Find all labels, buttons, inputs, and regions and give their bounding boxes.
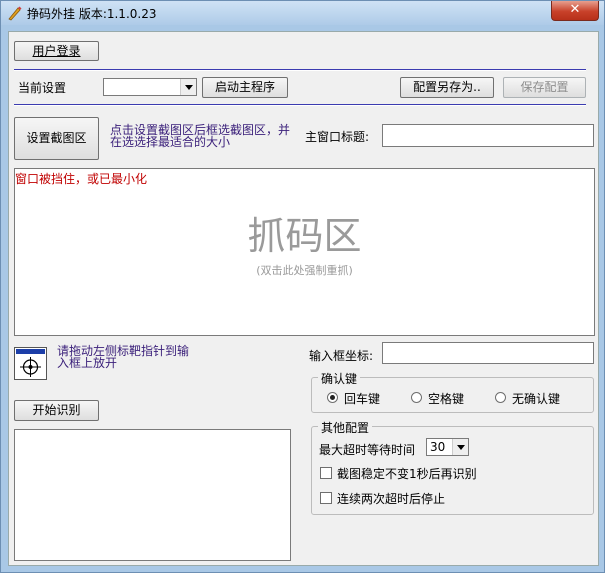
confirm-key-group: 确认键 回车键 空格键 无确认键 — [311, 370, 594, 413]
capture-area-subtitle: (双击此处强制重抓) — [256, 264, 353, 277]
other-config-group: 其他配置 最大超时等待时间 30 截图稳定不变1秒后再识别 连续两次超时后停止 — [311, 419, 594, 515]
max-timeout-value: 30 — [430, 440, 446, 454]
set-capture-area-button[interactable]: 设置截图区 — [14, 117, 99, 160]
divider — [14, 69, 586, 71]
save-as-button[interactable]: 配置另存为.. — [400, 77, 494, 98]
current-settings-select[interactable] — [103, 78, 197, 96]
chevron-down-icon[interactable] — [180, 79, 196, 95]
pen-icon — [8, 6, 22, 21]
main-window-title-label: 主窗口标题: — [305, 130, 370, 144]
capture-hint: 点击设置截图区后框选截图区，并在选选择最适合的大小 — [110, 123, 291, 149]
capture-status-text: 窗口被挡住，或已最小化 — [15, 172, 148, 186]
app-window: 挣码外挂 版本:1.1.0.23 ✕ 用户登录 当前设置 启动主程序 配置另存为… — [0, 0, 605, 573]
radio-enter-label[interactable]: 回车键 — [344, 390, 380, 407]
stop-checkbox-label[interactable]: 连续两次超时后停止 — [337, 490, 445, 507]
max-timeout-label: 最大超时等待时间 — [319, 443, 416, 457]
main-panel: 用户登录 当前设置 启动主程序 配置另存为.. 保存配置 设置截图区 点击设置截… — [8, 31, 599, 566]
save-config-button[interactable]: 保存配置 — [503, 77, 586, 98]
crosshair-target-icon[interactable] — [14, 347, 47, 380]
drag-hint: 请拖动左侧标靶指针到输入框上放开 — [57, 344, 190, 370]
stable-checkbox-label[interactable]: 截图稳定不变1秒后再识别 — [337, 465, 477, 482]
radio-none[interactable] — [495, 392, 506, 403]
recognition-result-box[interactable] — [14, 429, 291, 561]
input-coords-label: 输入框坐标: — [309, 349, 374, 363]
window-title: 挣码外挂 版本:1.1.0.23 — [27, 7, 157, 21]
radio-enter[interactable] — [327, 392, 338, 403]
stop-checkbox[interactable] — [320, 492, 332, 504]
radio-space[interactable] — [411, 392, 422, 403]
capture-area-title: 抓码区 — [247, 214, 362, 258]
max-timeout-select[interactable]: 30 — [426, 438, 469, 456]
confirm-key-legend: 确认键 — [318, 370, 361, 387]
start-main-button[interactable]: 启动主程序 — [202, 77, 288, 98]
title-bar: 挣码外挂 版本:1.1.0.23 ✕ — [1, 1, 604, 25]
radio-space-label[interactable]: 空格键 — [428, 390, 464, 407]
divider — [14, 104, 586, 106]
radio-none-label[interactable]: 无确认键 — [512, 390, 560, 407]
chevron-down-icon[interactable] — [452, 439, 468, 455]
current-settings-label: 当前设置 — [18, 81, 67, 95]
close-button[interactable]: ✕ — [551, 1, 599, 21]
other-config-legend: 其他配置 — [318, 419, 373, 436]
capture-area[interactable]: 窗口被挡住，或已最小化 抓码区 (双击此处强制重抓) — [14, 168, 595, 336]
stable-checkbox[interactable] — [320, 467, 332, 479]
login-button[interactable]: 用户登录 — [14, 41, 99, 61]
input-coords-field[interactable] — [382, 342, 594, 364]
main-window-title-input[interactable] — [382, 124, 594, 147]
start-recognition-button[interactable]: 开始识别 — [14, 400, 99, 421]
